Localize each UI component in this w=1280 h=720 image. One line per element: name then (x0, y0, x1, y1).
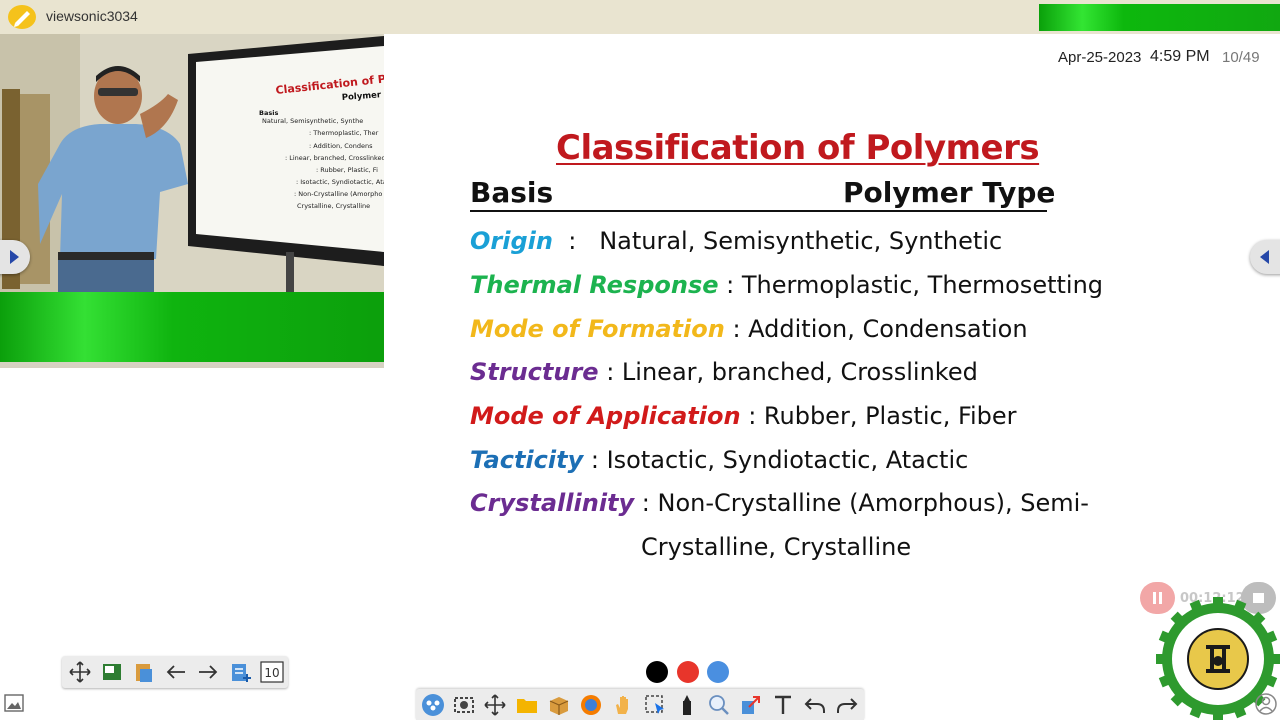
board-slide-thumbnail: Classification of Polym Polymer Basis Na… (259, 69, 384, 210)
thumb-line: : Thermoplastic, Ther (309, 129, 379, 137)
row-value: Rubber, Plastic, Fiber (763, 402, 1017, 430)
thumb-line: : Linear, branched, Crosslinked (285, 154, 384, 162)
pen-color-blue[interactable] (707, 661, 729, 683)
app-title: viewsonic3034 (46, 8, 138, 24)
user-icon[interactable] (1254, 692, 1278, 716)
pen-color-red[interactable] (677, 661, 699, 683)
row-term: Mode of Application (470, 402, 741, 430)
image-icon[interactable] (4, 694, 24, 712)
row-crystallinity: Crystallinity : Non-Crystalline (Amorpho… (470, 489, 1089, 517)
header-basis: Basis (470, 176, 554, 209)
marker-icon[interactable] (671, 689, 703, 720)
page-number-label: 10 (264, 666, 279, 680)
row-separator: : (740, 402, 764, 430)
row-term: Structure (470, 358, 599, 386)
row-value: Natural, Semisynthetic, Synthetic (599, 227, 1003, 255)
thumb-line: Natural, Semisynthetic, Synthe (262, 117, 363, 125)
thumb-type-label: Polymer (342, 90, 383, 103)
share-icon[interactable] (735, 689, 767, 720)
search-icon[interactable] (703, 689, 735, 720)
select-icon[interactable] (639, 689, 671, 720)
undo-icon[interactable] (799, 689, 831, 720)
thumb-line: Crystalline, Crystalline (297, 202, 370, 210)
thumb-basis: Basis (259, 109, 278, 117)
presenter-video: Classification of Polym Polymer Basis Na… (0, 34, 384, 364)
row-term: Thermal Response (470, 271, 719, 299)
row-origin: Origin : Natural, Semisynthetic, Synthet… (470, 227, 1002, 255)
folder-icon[interactable] (511, 689, 543, 720)
text-icon[interactable] (767, 689, 799, 720)
move-icon[interactable] (479, 689, 511, 720)
crystallinity-continuation: Crystalline, Crystalline (641, 533, 912, 561)
main-toolbar (416, 689, 864, 720)
title-bar: viewsonic3034 (0, 0, 1280, 34)
thumb-line: : Non-Crystalline (Amorpho (294, 190, 382, 198)
row-value: Linear, branched, Crosslinked (621, 358, 978, 386)
video-shadow (0, 362, 384, 368)
page-number-icon[interactable]: 10 (256, 656, 288, 688)
hand-icon[interactable] (607, 689, 639, 720)
green-banner (1039, 4, 1280, 31)
people-icon[interactable] (417, 689, 449, 720)
screenshot-icon[interactable] (448, 689, 480, 720)
time-label: 4:59 PM (1150, 48, 1210, 65)
box-icon[interactable] (543, 689, 575, 720)
row-structure: Structure : Linear, branched, Crosslinke… (470, 358, 978, 386)
row-thermal-response: Thermal Response : Thermoplastic, Thermo… (470, 271, 1103, 299)
row-term: Crystallinity (470, 489, 635, 517)
arrow-left-icon[interactable] (160, 656, 192, 688)
add-page-icon[interactable] (224, 656, 256, 688)
row-value: Non-Crystalline (Amorphous), Semi- (657, 489, 1089, 517)
background-icon[interactable] (96, 656, 128, 688)
move-icon[interactable] (64, 656, 96, 688)
slide-title: Classification of Polymers (556, 128, 1040, 168)
header-underline (470, 210, 1047, 212)
row-term: Tacticity (470, 446, 584, 474)
row-term: Origin (470, 227, 553, 255)
header-polymer-type: Polymer Type (843, 176, 1056, 209)
page-counter: 10/49 (1222, 49, 1260, 66)
row-separator: : (724, 315, 749, 343)
next-page-button[interactable] (1250, 240, 1280, 274)
browser-icon[interactable] (575, 689, 607, 720)
video-green-band (0, 292, 384, 364)
pencil-app-icon (8, 5, 36, 29)
pen-color-black[interactable] (646, 661, 668, 683)
row-mode-of-application: Mode of Application : Rubber, Plastic, F… (470, 402, 1017, 430)
page-toolbar: 10 (62, 656, 288, 688)
row-term: Mode of Formation (470, 315, 725, 343)
row-value: Isotactic, Syndiotactic, Atactic (606, 446, 969, 474)
row-mode-of-formation: Mode of Formation : Addition, Condensati… (470, 315, 1028, 343)
whiteboard-screen: viewsonic3034 Classification of Polym Po… (0, 0, 1280, 720)
row-separator: : (552, 227, 600, 255)
thumb-line: : Addition, Condens (309, 142, 373, 150)
row-separator: : (583, 446, 607, 474)
row-separator: : (718, 271, 742, 299)
thumb-line: : Isotactic, Syndiotactic, Atactic (296, 178, 384, 186)
thumb-line: : Rubber, Plastic, Fi (316, 166, 378, 174)
date-label: Apr-25-2023 (1058, 49, 1142, 66)
row-value: Addition, Condensation (748, 315, 1028, 343)
row-separator: : (598, 358, 622, 386)
arrow-right-icon[interactable] (192, 656, 224, 688)
row-value: Thermoplastic, Thermosetting (741, 271, 1104, 299)
clipboard-icon[interactable] (128, 656, 160, 688)
redo-icon[interactable] (831, 689, 863, 720)
row-separator: : (634, 489, 658, 517)
row-tacticity: Tacticity : Isotactic, Syndiotactic, Ata… (470, 446, 968, 474)
